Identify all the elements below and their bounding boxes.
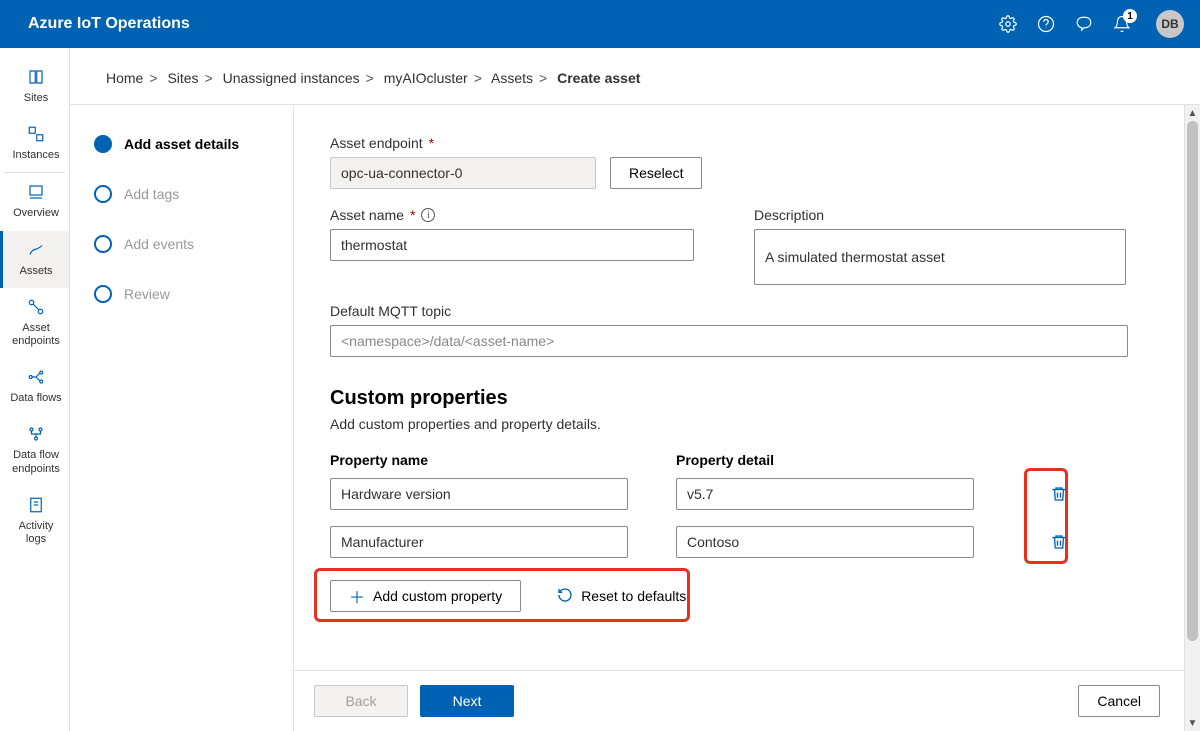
nav-data-flow-endpoints[interactable]: Data flow endpoints xyxy=(0,415,69,485)
notification-badge: 1 xyxy=(1123,9,1137,23)
nav-label: Asset endpoints xyxy=(7,322,65,348)
nav-assets[interactable]: Assets xyxy=(0,231,69,288)
header-actions: 1 DB xyxy=(998,10,1184,38)
breadcrumb-item[interactable]: Assets xyxy=(491,70,533,86)
step-label: Add asset details xyxy=(124,136,239,152)
step-indicator-icon xyxy=(94,135,112,153)
breadcrumb: Home> Sites> Unassigned instances> myAIO… xyxy=(70,48,1200,104)
breadcrumb-item[interactable]: Unassigned instances xyxy=(223,70,360,86)
step-label: Review xyxy=(124,286,170,302)
scroll-up-icon[interactable]: ▲ xyxy=(1185,105,1200,121)
annotation-highlight xyxy=(1024,468,1068,564)
custom-props-subtitle: Add custom properties and property detai… xyxy=(330,416,1160,432)
asset-name-input[interactable] xyxy=(330,229,694,261)
step-indicator-icon xyxy=(94,285,112,303)
nav-sites[interactable]: Sites xyxy=(0,58,69,115)
annotation-highlight xyxy=(314,568,690,622)
endpoints-icon xyxy=(27,296,45,318)
step-indicator-icon xyxy=(94,185,112,203)
notifications-icon[interactable]: 1 xyxy=(1112,14,1132,34)
description-label: Description xyxy=(754,207,1126,223)
help-icon[interactable] xyxy=(1036,14,1056,34)
col-property-detail: Property detail xyxy=(676,452,974,468)
nav-label: Instances xyxy=(12,149,59,162)
book-icon xyxy=(27,66,45,88)
mqtt-label: Default MQTT topic xyxy=(330,303,1160,319)
nav-overview[interactable]: Overview xyxy=(0,173,69,230)
property-detail-input[interactable] xyxy=(676,526,974,558)
logs-icon xyxy=(27,494,45,516)
instances-icon xyxy=(27,123,45,145)
nav-activity-logs[interactable]: Activity logs xyxy=(0,486,69,556)
nav-label: Activity logs xyxy=(7,520,65,546)
avatar[interactable]: DB xyxy=(1156,10,1184,38)
nav-asset-endpoints[interactable]: Asset endpoints xyxy=(0,288,69,358)
scrollbar[interactable]: ▲ ▼ xyxy=(1184,105,1200,731)
app-header: Azure IoT Operations 1 DB xyxy=(0,0,1200,48)
property-name-input[interactable] xyxy=(330,478,628,510)
cancel-button[interactable]: Cancel xyxy=(1078,685,1160,717)
breadcrumb-current: Create asset xyxy=(557,70,640,86)
overview-icon xyxy=(27,181,45,203)
step-add-events[interactable]: Add events xyxy=(94,235,283,253)
step-indicator-icon xyxy=(94,235,112,253)
wizard-stepper: Add asset details Add tags Add events Re… xyxy=(70,105,294,731)
left-nav: Sites Instances Overview Assets Asset en… xyxy=(0,48,70,731)
nav-data-flows[interactable]: Data flows xyxy=(0,358,69,415)
custom-props-title: Custom properties xyxy=(330,387,1160,410)
scroll-down-icon[interactable]: ▼ xyxy=(1185,715,1200,731)
property-detail-input[interactable] xyxy=(676,478,974,510)
endpoint-input xyxy=(330,157,596,189)
breadcrumb-item[interactable]: myAIOcluster xyxy=(384,70,468,86)
step-add-details[interactable]: Add asset details xyxy=(94,135,283,153)
breadcrumb-item[interactable]: Sites xyxy=(167,70,198,86)
col-property-name: Property name xyxy=(330,452,628,468)
name-label: Asset name * i xyxy=(330,207,694,223)
nav-label: Data flows xyxy=(10,392,61,405)
breadcrumb-item[interactable]: Home xyxy=(106,70,143,86)
description-input[interactable] xyxy=(754,229,1126,285)
reselect-button[interactable]: Reselect xyxy=(610,157,702,189)
feedback-icon[interactable] xyxy=(1074,14,1094,34)
step-label: Add tags xyxy=(124,186,179,202)
form-panel: Asset endpoint * Reselect Asset name * i xyxy=(294,105,1200,698)
nav-label: Overview xyxy=(13,207,59,220)
nav-label: Assets xyxy=(19,265,52,278)
back-button: Back xyxy=(314,685,408,717)
step-add-tags[interactable]: Add tags xyxy=(94,185,283,203)
info-icon[interactable]: i xyxy=(421,208,435,222)
settings-icon[interactable] xyxy=(998,14,1018,34)
assets-icon xyxy=(27,239,45,261)
step-label: Add events xyxy=(124,236,194,252)
app-title: Azure IoT Operations xyxy=(28,15,998,33)
property-name-input[interactable] xyxy=(330,526,628,558)
nav-instances[interactable]: Instances xyxy=(0,115,69,172)
nav-label: Data flow endpoints xyxy=(7,449,65,475)
dataflow-endpoints-icon xyxy=(27,423,45,445)
content-area: Home> Sites> Unassigned instances> myAIO… xyxy=(70,48,1200,731)
scroll-thumb[interactable] xyxy=(1187,121,1198,641)
step-review[interactable]: Review xyxy=(94,285,283,303)
endpoint-label: Asset endpoint * xyxy=(330,135,1160,151)
mqtt-topic-input[interactable] xyxy=(330,325,1128,357)
dataflows-icon xyxy=(27,366,45,388)
wizard-footer: Back Next Cancel xyxy=(294,670,1200,731)
nav-label: Sites xyxy=(24,92,48,105)
next-button[interactable]: Next xyxy=(420,685,514,717)
